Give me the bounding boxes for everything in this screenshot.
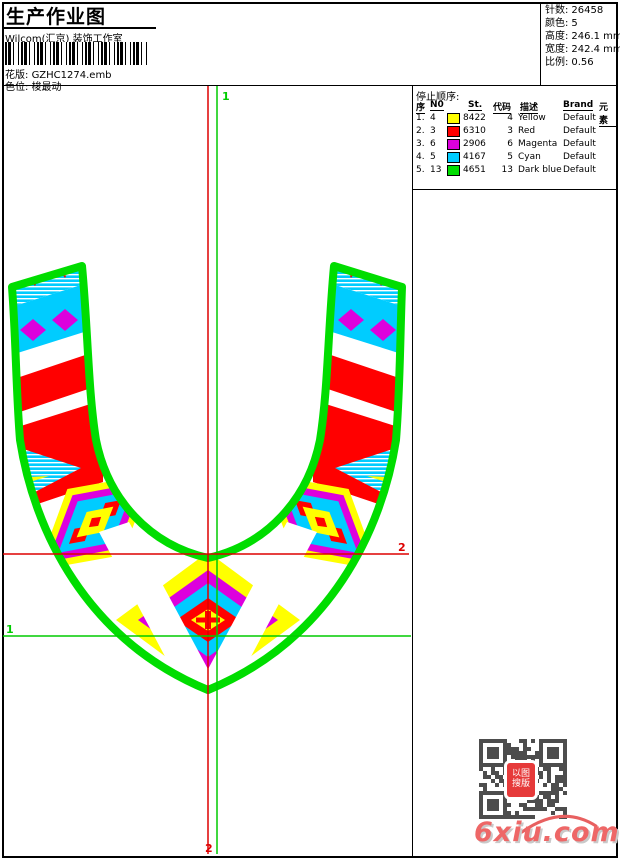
title-underline bbox=[2, 27, 156, 29]
cell-n0: 4 bbox=[430, 113, 436, 123]
cell-code: 13 bbox=[501, 165, 513, 175]
right-column-divider bbox=[412, 85, 413, 858]
col-n0: N0 bbox=[430, 100, 444, 111]
cell-code: 5 bbox=[507, 152, 513, 162]
cell-desc: Yellow bbox=[518, 113, 546, 123]
cell-idx: 3. bbox=[416, 139, 425, 149]
guide-label-end-bottom: 2 bbox=[205, 842, 213, 855]
barcode-icon bbox=[5, 42, 149, 65]
thread-color-swatch bbox=[447, 126, 460, 137]
site-logo: 6xiu.com bbox=[474, 817, 620, 848]
cell-desc: Dark blue bbox=[518, 165, 562, 175]
cell-idx: 1. bbox=[416, 113, 425, 123]
cell-brand: Default bbox=[563, 152, 596, 162]
col-desc: 描述 bbox=[520, 100, 539, 114]
cell-desc: Cyan bbox=[518, 152, 541, 162]
production-worksheet: 生产作业图 Wilcom(汇京) 装饰工作室 花版: GZHC1274.emb … bbox=[0, 0, 620, 860]
cell-desc: Magenta bbox=[518, 139, 558, 149]
cell-n0: 6 bbox=[430, 139, 436, 149]
col-st: St. bbox=[468, 100, 483, 111]
col-elem: 元素 bbox=[599, 100, 616, 127]
cell-desc: Red bbox=[518, 126, 536, 136]
cell-st: 8422 bbox=[463, 113, 486, 123]
stat-height: 高度: 246.1 mm bbox=[545, 31, 620, 42]
stats-divider bbox=[540, 2, 541, 86]
stop-sequence-table: 停止顺序: 序 N0 St. 代码 描述 Brand 元素 1. 4 8422 4 Ye… bbox=[413, 86, 616, 190]
stat-colors: 颜色: 5 bbox=[545, 18, 578, 29]
cell-idx: 5. bbox=[416, 165, 425, 175]
cell-code: 4 bbox=[507, 113, 513, 123]
cell-n0: 13 bbox=[430, 165, 442, 175]
cell-st: 2906 bbox=[463, 139, 486, 149]
thread-color-swatch bbox=[447, 165, 460, 176]
cell-brand: Default bbox=[563, 113, 596, 123]
guide-label-start-top: 1 bbox=[222, 90, 230, 103]
cell-n0: 5 bbox=[430, 152, 436, 162]
thread-color-swatch bbox=[447, 152, 460, 163]
col-code: 代码 bbox=[493, 100, 512, 114]
thread-color-swatch bbox=[447, 139, 460, 150]
col-seq: 序 bbox=[416, 100, 426, 114]
stamp-text: 以图搜版 bbox=[511, 769, 530, 789]
guide-label-end-right: 2 bbox=[398, 541, 406, 554]
cell-st: 4167 bbox=[463, 152, 486, 162]
cell-code: 6 bbox=[507, 139, 513, 149]
stamp-icon: 以图搜版 bbox=[507, 763, 535, 797]
guide-label-start-left: 1 bbox=[6, 623, 14, 636]
cell-brand: Default bbox=[563, 139, 596, 149]
cell-idx: 2. bbox=[416, 126, 425, 136]
cell-st: 4651 bbox=[463, 165, 486, 175]
thread-color-swatch bbox=[447, 113, 460, 124]
cell-idx: 4. bbox=[416, 152, 425, 162]
cell-code: 3 bbox=[507, 126, 513, 136]
page-title: 生产作业图 bbox=[6, 6, 107, 28]
cell-brand: Default bbox=[563, 165, 596, 175]
stat-scale: 比例: 0.56 bbox=[545, 57, 594, 68]
cell-brand: Default bbox=[563, 126, 596, 136]
cell-n0: 3 bbox=[430, 126, 436, 136]
stats-panel: 针数: 26458 颜色: 5 高度: 246.1 mm 宽度: 242.4 mm 比例… bbox=[545, 4, 620, 69]
stat-width: 宽度: 242.4 mm bbox=[545, 44, 620, 55]
col-brand: Brand bbox=[563, 100, 594, 111]
cell-st: 6310 bbox=[463, 126, 486, 136]
stat-stitches: 针数: 26458 bbox=[545, 5, 604, 16]
